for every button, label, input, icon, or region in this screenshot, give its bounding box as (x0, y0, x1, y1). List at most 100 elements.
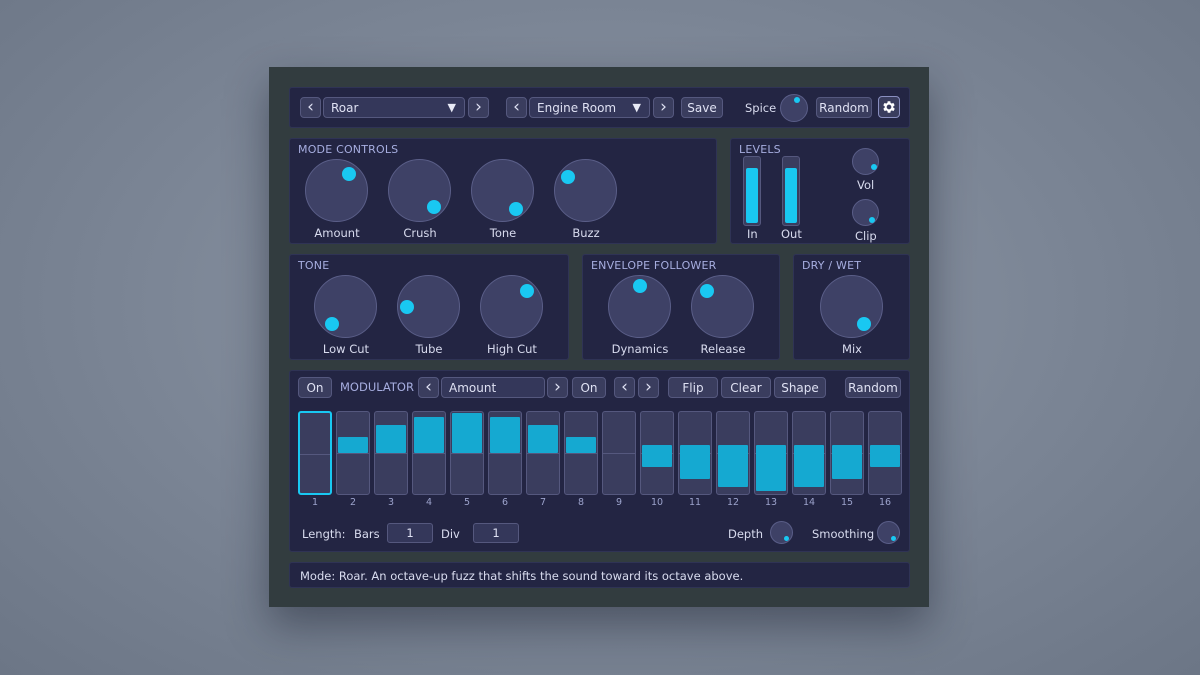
step-10[interactable] (640, 411, 674, 495)
envelope-follower-title: ENVELOPE FOLLOWER (591, 259, 717, 272)
low-cut-knob[interactable] (314, 275, 377, 338)
crush-knob[interactable] (388, 159, 451, 222)
tone-label: Tone (489, 226, 517, 240)
settings-button[interactable] (878, 96, 900, 118)
smoothing-label: Smoothing (812, 527, 875, 541)
step-13[interactable] (754, 411, 788, 495)
step-value-bar (338, 437, 368, 453)
preset-select[interactable]: Engine Room ▼ (529, 97, 650, 118)
step-15[interactable] (830, 411, 864, 495)
vol-knob[interactable] (852, 148, 879, 175)
buzz-knob[interactable] (554, 159, 617, 222)
mode-select[interactable]: Roar ▼ (323, 97, 465, 118)
step-16[interactable] (868, 411, 902, 495)
modulator-target-select[interactable]: Amount (441, 377, 545, 398)
bars-label: Bars (354, 527, 380, 541)
chevron-right-icon: › (660, 97, 667, 117)
input-meter-label: In (747, 227, 758, 241)
mix-label: Mix (842, 342, 862, 356)
dry-wet-panel: DRY / WET Mix (793, 254, 910, 360)
step-value-bar (528, 425, 558, 453)
tone-panel: TONE Low Cut Tube High Cut (289, 254, 569, 360)
step-number: 13 (764, 497, 778, 508)
preset-prev-button[interactable]: ‹ (506, 97, 527, 118)
envelope-follower-panel: ENVELOPE FOLLOWER Dynamics Release (582, 254, 780, 360)
step-value-bar (832, 445, 862, 479)
step-value-bar (642, 445, 672, 467)
plugin-window: ‹ Roar ▼ › ‹ Engine Room ▼ › Save Spice … (269, 67, 929, 607)
depth-knob[interactable] (770, 521, 793, 544)
preset-select-value: Engine Room (537, 100, 617, 115)
step-number: 7 (539, 497, 547, 508)
mode-controls-title: MODE CONTROLS (298, 143, 399, 156)
release-knob[interactable] (691, 275, 754, 338)
modulator-target-next-button[interactable]: › (547, 377, 568, 398)
top-bar: ‹ Roar ▼ › ‹ Engine Room ▼ › Save Spice … (289, 87, 910, 128)
chevron-left-icon: ‹ (307, 97, 314, 117)
div-field[interactable]: 1 (473, 523, 519, 543)
modulator-page-next-button[interactable]: › (638, 377, 659, 398)
levels-panel: LEVELS In Out Vol Clip (730, 138, 910, 244)
step-number: 12 (726, 497, 740, 508)
clip-label: Clip (855, 229, 877, 243)
modulator-target-prev-button[interactable]: ‹ (418, 377, 439, 398)
chevron-left-icon: ‹ (425, 377, 432, 397)
step-7[interactable] (526, 411, 560, 495)
chevron-right-icon: › (475, 97, 482, 117)
step-1[interactable] (298, 411, 332, 495)
chevron-right-icon: › (645, 377, 652, 397)
smoothing-knob[interactable] (877, 521, 900, 544)
tone-knob[interactable] (471, 159, 534, 222)
step-number: 14 (802, 497, 816, 508)
save-button[interactable]: Save (681, 97, 723, 118)
step-4[interactable] (412, 411, 446, 495)
clear-button[interactable]: Clear (721, 377, 771, 398)
status-text: Mode: Roar. An octave-up fuzz that shift… (300, 569, 744, 583)
dynamics-knob[interactable] (608, 275, 671, 338)
modulator-page-prev-button[interactable]: ‹ (614, 377, 635, 398)
step-12[interactable] (716, 411, 750, 495)
step-11[interactable] (678, 411, 712, 495)
dry-wet-title: DRY / WET (802, 259, 862, 272)
output-meter (782, 156, 800, 226)
step-3[interactable] (374, 411, 408, 495)
step-2[interactable] (336, 411, 370, 495)
step-6[interactable] (488, 411, 522, 495)
mode-prev-button[interactable]: ‹ (300, 97, 321, 118)
step-5[interactable] (450, 411, 484, 495)
mix-knob[interactable] (820, 275, 883, 338)
step-8[interactable] (564, 411, 598, 495)
tube-knob[interactable] (397, 275, 460, 338)
clip-knob[interactable] (852, 199, 879, 226)
random-preset-button[interactable]: Random (816, 97, 872, 118)
buzz-label: Buzz (572, 226, 600, 240)
spice-knob[interactable] (780, 94, 808, 122)
step-value-bar (566, 437, 596, 453)
step-value-bar (376, 425, 406, 453)
mode-next-button[interactable]: › (468, 97, 489, 118)
high-cut-knob[interactable] (480, 275, 543, 338)
step-value-bar (452, 413, 482, 453)
tube-label: Tube (415, 342, 443, 356)
step-number: 2 (349, 497, 357, 508)
step-number: 4 (425, 497, 433, 508)
bars-field[interactable]: 1 (387, 523, 433, 543)
shape-button[interactable]: Shape (774, 377, 826, 398)
step-14[interactable] (792, 411, 826, 495)
modulator-target-on-button[interactable]: On (572, 377, 606, 398)
chevron-down-icon: ▼ (447, 101, 456, 114)
vol-label: Vol (857, 178, 875, 192)
modulator-random-button[interactable]: Random (845, 377, 901, 398)
flip-button[interactable]: Flip (668, 377, 718, 398)
depth-label: Depth (728, 527, 764, 541)
levels-title: LEVELS (739, 143, 781, 156)
step-number: 11 (688, 497, 702, 508)
low-cut-label: Low Cut (322, 342, 370, 356)
step-number: 1 (311, 497, 319, 508)
dynamics-label: Dynamics (611, 342, 669, 356)
step-9[interactable] (602, 411, 636, 495)
modulator-on-button[interactable]: On (298, 377, 332, 398)
spice-label: Spice (745, 101, 777, 115)
amount-knob[interactable] (305, 159, 368, 222)
preset-next-button[interactable]: › (653, 97, 674, 118)
